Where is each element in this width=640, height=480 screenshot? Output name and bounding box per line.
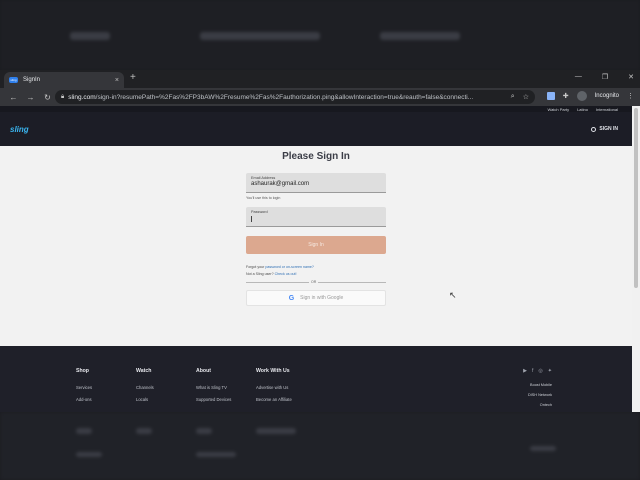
back-arrow-icon[interactable]: ←	[5, 93, 22, 102]
text-caret	[251, 216, 252, 222]
minimize-icon[interactable]: —	[575, 73, 582, 81]
mouse-cursor-icon: ↖	[449, 290, 457, 300]
partner-link[interactable]: Ontech	[528, 403, 552, 407]
email-value[interactable]: ashaurak@gmail.com	[251, 181, 381, 187]
twitter-icon[interactable]: ✦	[548, 368, 552, 374]
partner-link[interactable]: DISH Network	[528, 393, 552, 397]
footer-link[interactable]: Supported Devices	[196, 397, 231, 402]
social-icons: ▶ f ◎ ✦	[523, 368, 552, 374]
footer-heading: Work With Us	[256, 368, 290, 374]
web-page: Watch Party Latino International sling S…	[0, 106, 632, 412]
sling-favicon-icon: sling	[9, 77, 18, 83]
footer-link[interactable]: Become an Affiliate	[256, 397, 292, 402]
url-host: sling.com	[68, 93, 96, 101]
window-controls: — ❐ ✕	[575, 73, 634, 81]
email-field[interactable]: Email Address ashaurak@gmail.com	[246, 173, 386, 193]
footer-col-shop: Shop Services Add-ons	[76, 368, 92, 409]
google-signin-button[interactable]: G Sign in with Google	[246, 290, 386, 306]
youtube-icon[interactable]: ▶	[523, 368, 527, 374]
incognito-avatar-icon[interactable]	[576, 91, 587, 101]
footer-heading: Shop	[76, 368, 89, 374]
tab-title: SignIn	[23, 77, 41, 83]
restore-icon[interactable]: ❐	[602, 73, 608, 81]
scrollbar-thumb[interactable]	[634, 108, 638, 288]
header-signin-link[interactable]: SIGN IN	[591, 126, 618, 132]
blurred-background-bottom	[0, 412, 640, 480]
forgot-line: Forgot your password or on-screen name?	[246, 265, 314, 269]
forward-arrow-icon[interactable]: →	[22, 93, 39, 102]
topnav-international[interactable]: International	[596, 107, 618, 112]
email-hint: You'll use this to login	[246, 196, 281, 200]
user-icon	[591, 126, 597, 132]
browser-window: sling SignIn × + — ❐ ✕ ← → ↻ 🔒︎ sling.co…	[0, 70, 640, 412]
email-label: Email Address	[251, 176, 276, 180]
site-footer: Shop Services Add-ons Watch Channels Loc…	[0, 346, 632, 412]
footer-col-work: Work With Us Advertise with Us Become an…	[256, 368, 292, 409]
browser-toolbar: ← → ↻ 🔒︎ sling.com/sign-in?resumePath=%2…	[0, 88, 640, 106]
password-field[interactable]: Password	[246, 207, 386, 227]
url-text[interactable]: sling.com/sign-in?resumePath=%2Fas%2FP3b…	[68, 94, 511, 101]
address-bar[interactable]: 🔒︎ sling.com/sign-in?resumePath=%2Fas%2F…	[55, 90, 535, 104]
star-icon[interactable]: ☆	[523, 93, 529, 101]
check-us-out-link[interactable]: Check us out!	[275, 272, 297, 276]
menu-dots-icon[interactable]: ⋮	[627, 92, 634, 100]
sling-logo[interactable]: sling	[10, 125, 29, 134]
footer-link[interactable]: Channels	[136, 385, 154, 390]
google-signin-label: Sign in with Google	[300, 295, 344, 301]
url-path: /sign-in?resumePath=%2Fas%2FP3bAW%2Fresu…	[95, 93, 474, 101]
partner-links: Boost Mobile DISH Network Ontech	[528, 383, 552, 412]
footer-link[interactable]: Services	[76, 385, 92, 390]
instagram-icon[interactable]: ◎	[538, 368, 542, 374]
footer-link[interactable]: Advertise with Us	[256, 385, 292, 390]
close-window-icon[interactable]: ✕	[628, 73, 634, 81]
signin-section: Please Sign In Email Address ashaurak@gm…	[0, 146, 632, 352]
page-scrollbar[interactable]	[632, 106, 640, 412]
puzzle-icon[interactable]: ✚	[563, 92, 569, 100]
lock-icon[interactable]: 🔒︎	[61, 94, 64, 101]
new-tab-button[interactable]: +	[130, 72, 136, 83]
extension-icon[interactable]	[546, 92, 555, 100]
new-user-line: Not a Sling user? Check us out!	[246, 272, 297, 276]
extensions-area: ✚ Incognito ⋮	[546, 91, 634, 101]
topnav-latino[interactable]: Latino	[577, 107, 588, 112]
tab-close-icon[interactable]: ×	[115, 77, 119, 84]
page-title: Please Sign In	[282, 151, 350, 162]
forgot-prefix: Forgot your	[246, 265, 265, 269]
topnav-watch-party[interactable]: Watch Party	[547, 107, 569, 112]
signin-button[interactable]: Sign In	[246, 236, 386, 254]
tab-strip: sling SignIn × + — ❐ ✕	[0, 70, 640, 88]
header-signin-label: SIGN IN	[599, 126, 618, 132]
partner-link[interactable]: Boost Mobile	[528, 383, 552, 387]
footer-link[interactable]: Locals	[136, 397, 154, 402]
tab-signin[interactable]: sling SignIn ×	[4, 72, 124, 88]
footer-heading: Watch	[136, 368, 152, 374]
forgot-link[interactable]: password or on-screen name?	[265, 265, 314, 269]
password-label: Password	[251, 210, 268, 214]
footer-link[interactable]: What is Sling TV	[196, 385, 231, 390]
footer-col-watch: Watch Channels Locals	[136, 368, 154, 409]
google-icon: G	[288, 294, 295, 302]
footer-heading: About	[196, 368, 211, 374]
reload-icon[interactable]: ↻	[39, 93, 56, 102]
incognito-label[interactable]: Incognito	[595, 93, 619, 99]
new-user-prefix: Not a Sling user?	[246, 272, 274, 276]
footer-link[interactable]: Add-ons	[76, 397, 92, 402]
or-text: OR	[309, 280, 319, 284]
site-header: sling SIGN IN	[0, 112, 632, 146]
footer-col-about: About What is Sling TV Supported Devices	[196, 368, 231, 409]
facebook-icon[interactable]: f	[532, 368, 533, 374]
blurred-background-top	[0, 0, 640, 70]
search-icon[interactable]: ⌕	[511, 93, 515, 101]
